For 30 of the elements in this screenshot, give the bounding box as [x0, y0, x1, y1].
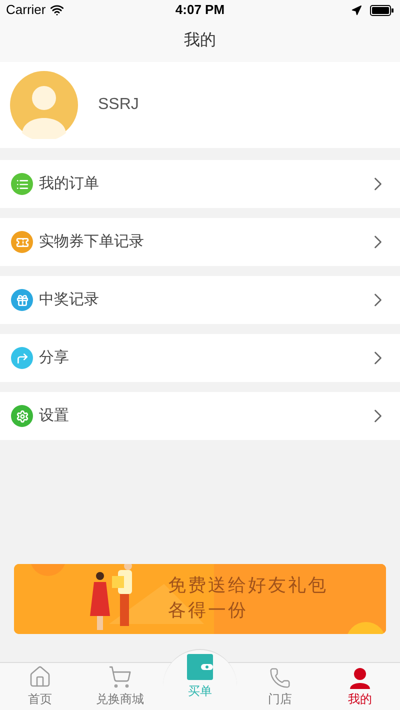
- menu-label: 我的订单: [39, 174, 100, 194]
- menu-item[interactable]: 设置: [0, 392, 400, 440]
- home-icon: [28, 665, 52, 689]
- banner-text: 免费送给好友礼包: [168, 574, 329, 597]
- banner-text: 各得一份: [168, 599, 249, 622]
- menu-item[interactable]: 中奖记录: [0, 276, 400, 324]
- avatar: [10, 71, 78, 139]
- phone-icon: [269, 667, 291, 689]
- menu-item[interactable]: 实物券下单记录: [0, 218, 400, 266]
- page-title: 我的: [184, 30, 216, 51]
- menu-item[interactable]: 分享: [0, 334, 400, 382]
- carrier-label: Carrier: [6, 1, 46, 20]
- wallet-icon: [187, 654, 213, 680]
- tab-button[interactable]: 我的: [320, 663, 400, 710]
- menu-label: 中奖记录: [39, 290, 100, 310]
- tab-button[interactable]: 门店: [240, 663, 320, 710]
- tab-button[interactable]: 首页: [0, 663, 80, 710]
- tab-button[interactable]: 兑换商城: [80, 663, 160, 710]
- menu-label: 分享: [39, 348, 70, 368]
- battery-icon: [370, 4, 394, 16]
- promo-banner[interactable]: 免费送给好友礼包 各得一份: [14, 564, 386, 634]
- cart-icon: [108, 665, 132, 689]
- menu-item[interactable]: 我的订单: [0, 160, 400, 208]
- wifi-icon: [50, 3, 64, 17]
- menu-label: 设置: [39, 406, 70, 426]
- user-name: SSRJ: [98, 95, 139, 115]
- user-icon: [349, 667, 371, 689]
- menu-label: 实物券下单记录: [39, 232, 145, 252]
- clock: 4:07 PM: [175, 1, 225, 20]
- location-icon: [350, 4, 362, 16]
